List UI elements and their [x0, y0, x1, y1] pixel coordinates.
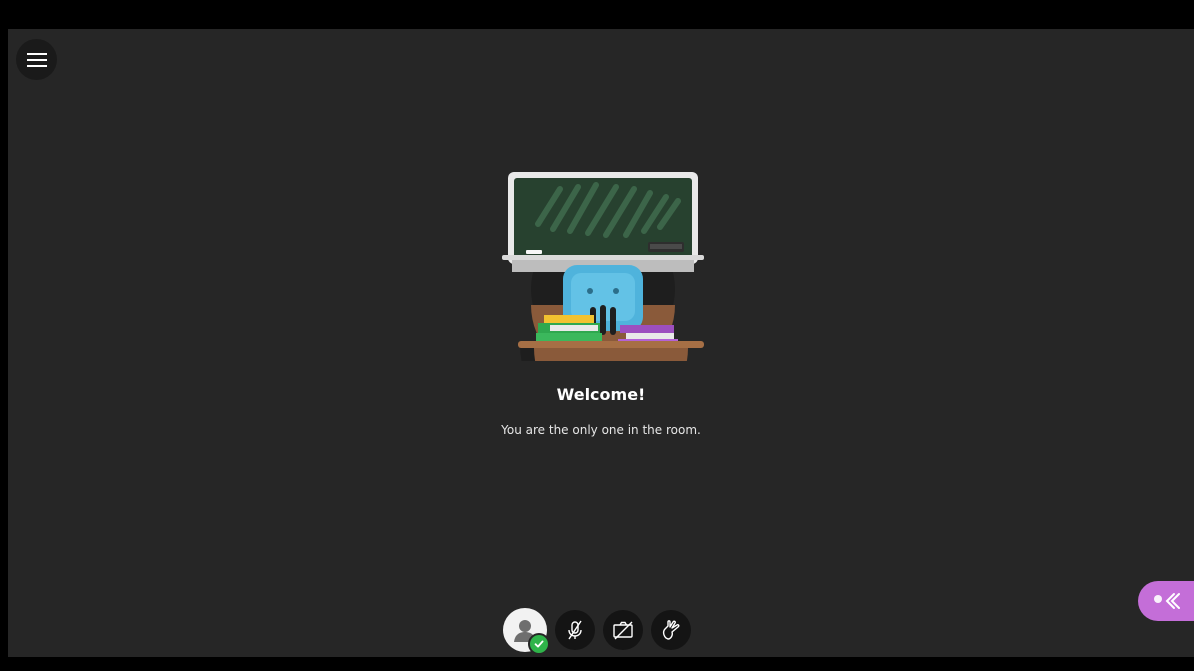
- collaborate-panel-toggle[interactable]: [1138, 581, 1194, 621]
- camera-toggle-button[interactable]: [603, 610, 643, 650]
- raise-hand-button[interactable]: [651, 610, 691, 650]
- microphone-toggle-button[interactable]: [555, 610, 595, 650]
- welcome-subtitle: You are the only one in the room.: [501, 423, 701, 437]
- desk: [518, 341, 704, 348]
- camera-off-icon: [613, 621, 633, 640]
- microphone-off-icon: [568, 620, 582, 640]
- bottom-bar: [0, 657, 1194, 671]
- checkmark-icon: [534, 640, 544, 648]
- status-badge: [528, 633, 550, 655]
- session-room: Welcome! You are the only one in the roo…: [8, 29, 1194, 657]
- my-status-button[interactable]: [503, 608, 550, 655]
- classroom-illustration: [502, 172, 704, 361]
- session-menu-button[interactable]: [16, 39, 57, 80]
- hamburger-icon: [26, 52, 47, 67]
- double-chevron-left-icon: [1154, 593, 1180, 609]
- top-bar: [0, 0, 1194, 29]
- session-controls: [503, 608, 691, 655]
- raise-hand-icon: [662, 620, 680, 640]
- welcome-title: Welcome!: [556, 385, 646, 404]
